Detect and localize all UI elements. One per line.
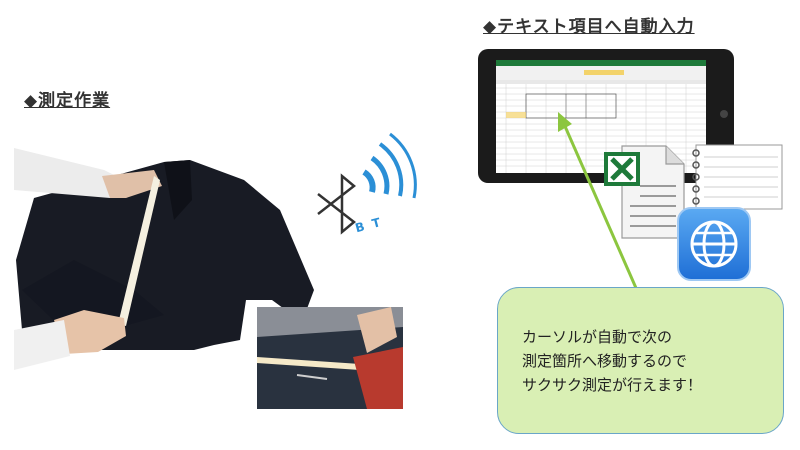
tablet-home-button	[720, 110, 728, 118]
pointer-arrow	[550, 110, 650, 295]
callout-text: カーソルが自動で次の 測定箇所へ移動するので サクサク測定が行えます！	[522, 325, 772, 397]
globe-icon	[677, 207, 751, 281]
measurement-heading: ◆測定作業	[24, 91, 111, 111]
auto-input-heading: ◆テキスト項目へ自動入力	[483, 17, 695, 37]
callout-line: サクサク測定が行えます！	[522, 376, 703, 394]
tape-closeup-photo	[257, 307, 403, 409]
notebook-icon	[690, 143, 784, 213]
callout-line: 測定箇所へ移動するので	[522, 352, 688, 370]
callout-line: カーソルが自動で次の	[522, 328, 673, 346]
